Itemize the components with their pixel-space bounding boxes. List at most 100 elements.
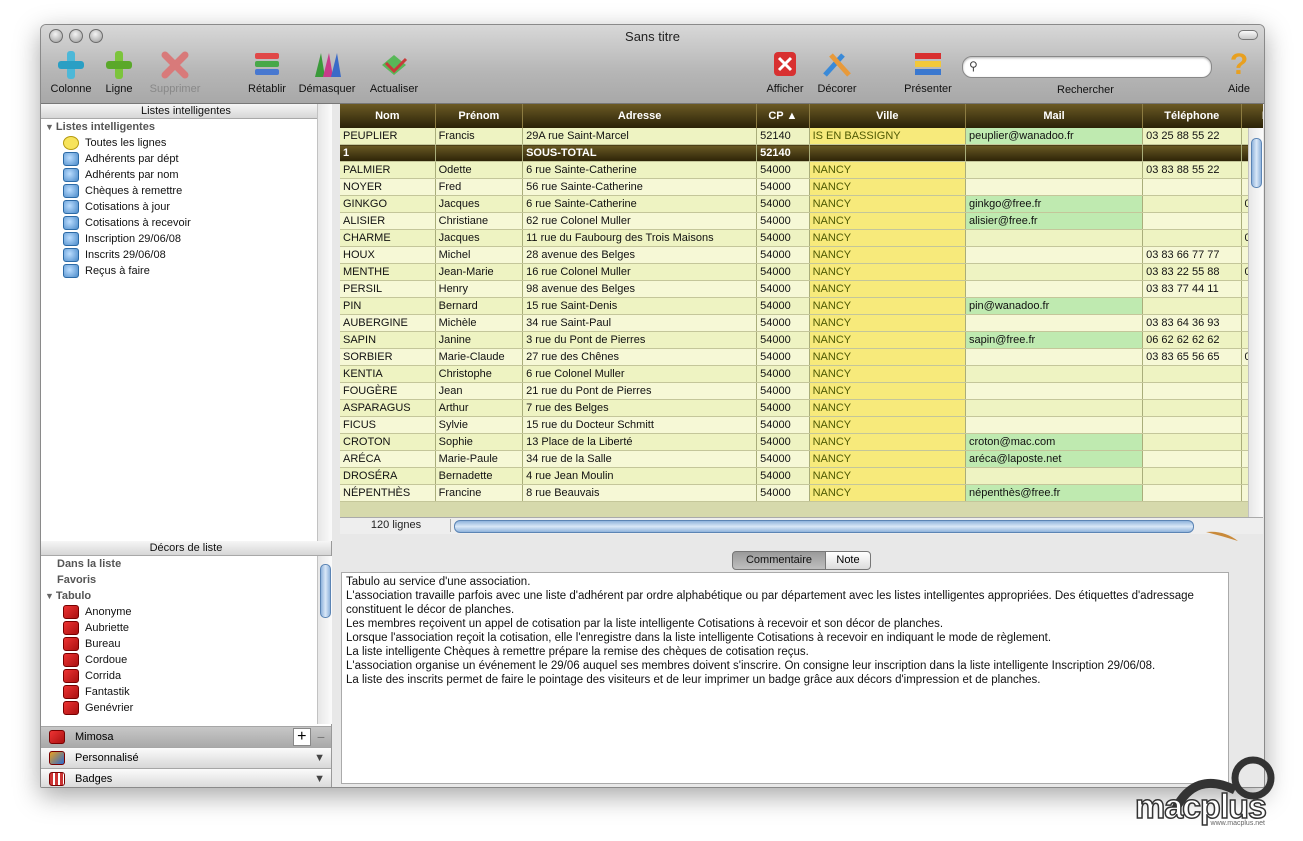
table-cell[interactable] (1142, 433, 1242, 451)
table-row[interactable]: PERSIL Henry 98 avenue des Belges 54000 NANC… (340, 280, 1263, 298)
table-cell[interactable] (965, 161, 1144, 179)
table-cell[interactable]: KENTIA (340, 365, 436, 383)
table-cell[interactable]: Michel (435, 246, 524, 264)
table-cell[interactable]: GINKGO (340, 195, 436, 213)
table-cell[interactable] (1142, 365, 1242, 383)
table-cell[interactable]: aréca@laposte.net (965, 450, 1144, 468)
table-cell[interactable]: 03 83 88 55 22 (1142, 161, 1242, 179)
actualiser-button[interactable]: Actualiser (365, 49, 423, 95)
table-cell[interactable]: 03 83 66 77 77 (1142, 246, 1242, 264)
table-cell[interactable]: HOUX (340, 246, 436, 264)
table-cell[interactable]: ginkgo@free.fr (965, 195, 1144, 213)
smart-list-item[interactable]: Adhérents par dépt (41, 151, 331, 167)
table-cell[interactable]: FICUS (340, 416, 436, 434)
table-cell[interactable] (1142, 178, 1242, 196)
table-cell[interactable]: 54000 (756, 161, 810, 179)
table-cell[interactable]: NÉPENTHÈS (340, 484, 436, 502)
table-cell[interactable]: pin@wanadoo.fr (965, 297, 1144, 315)
table-cell[interactable]: Bernadette (435, 467, 524, 485)
search-input[interactable]: ⚲ (962, 56, 1212, 78)
table-row[interactable]: GINKGO Jacques 6 rue Sainte-Catherine 54000… (340, 195, 1263, 213)
add-decor-button[interactable]: + (292, 728, 311, 746)
table-cell[interactable]: Sylvie (435, 416, 524, 434)
table-cell[interactable]: Michèle (435, 314, 524, 332)
decors-section-favoris[interactable]: Favoris (41, 572, 331, 588)
table-row[interactable]: FOUGÈRE Jean 21 rue du Pont de Pierres 5400… (340, 382, 1263, 400)
table-cell[interactable]: PIN (340, 297, 436, 315)
table-cell[interactable]: PEUPLIER (340, 128, 436, 145)
feather-icon[interactable] (1204, 528, 1240, 542)
horizontal-scroll-thumb[interactable] (454, 520, 1194, 533)
table-row[interactable]: PEUPLIER Francis 29A rue Saint-Marcel 52140… (340, 128, 1263, 145)
table-cell[interactable]: 15 rue Saint-Denis (522, 297, 758, 315)
table-cell[interactable]: 6 rue Sainte-Catherine (522, 161, 758, 179)
table-cell[interactable]: 54000 (756, 314, 810, 332)
colonne-button[interactable]: Colonne (47, 49, 95, 95)
table-cell[interactable]: NANCY (809, 178, 966, 196)
table-row[interactable]: FICUS Sylvie 15 rue du Docteur Schmitt 5400… (340, 416, 1263, 434)
table-cell[interactable] (965, 178, 1144, 196)
decor-item[interactable]: Fantastik (41, 684, 331, 700)
decor-item[interactable]: Corrida (41, 668, 331, 684)
table-cell[interactable]: Jean-Marie (435, 263, 524, 281)
table-cell[interactable]: 11 rue du Faubourg des Trois Maisons (522, 229, 758, 247)
table-cell[interactable]: NANCY (809, 246, 966, 264)
table-cell[interactable]: NANCY (809, 348, 966, 366)
table-cell[interactable]: Fred (435, 178, 524, 196)
table-cell[interactable]: NANCY (809, 331, 966, 349)
table-cell[interactable]: NANCY (809, 297, 966, 315)
table-cell[interactable]: 03 83 22 55 88 (1142, 263, 1242, 281)
table-cell[interactable]: népenthès@free.fr (965, 484, 1144, 502)
presenter-button[interactable]: Présenter (897, 49, 959, 95)
table-cell[interactable]: 54000 (756, 212, 810, 230)
table-cell[interactable]: 03 83 65 56 65 (1142, 348, 1242, 366)
retablir-button[interactable]: Rétablir (243, 49, 291, 95)
column-header[interactable]: Fax/Mobile (1241, 104, 1263, 128)
table-cell[interactable]: 54000 (756, 484, 810, 502)
table-cell[interactable] (965, 314, 1144, 332)
table-cell[interactable]: NANCY (809, 399, 966, 417)
table-cell[interactable]: 54000 (756, 365, 810, 383)
table-cell[interactable]: 6 rue Colonel Muller (522, 365, 758, 383)
table-cell[interactable]: 54000 (756, 195, 810, 213)
ligne-button[interactable]: Ligne (99, 49, 139, 95)
table-row[interactable]: MENTHE Jean-Marie 16 rue Colonel Muller 540… (340, 263, 1263, 281)
table-cell[interactable]: Jacques (435, 229, 524, 247)
table-cell[interactable]: Christophe (435, 365, 524, 383)
table-cell[interactable]: 1 (340, 144, 436, 162)
table-cell[interactable]: Jean (435, 382, 524, 400)
table-cell[interactable] (1142, 297, 1242, 315)
table-cell[interactable]: NANCY (809, 229, 966, 247)
smart-list-item[interactable]: Inscrits 29/06/08 (41, 247, 331, 263)
table-cell[interactable]: 54000 (756, 280, 810, 298)
table-cell[interactable]: 28 avenue des Belges (522, 246, 758, 264)
table-row[interactable]: AUBERGINE Michèle 34 rue Saint-Paul 54000 NA… (340, 314, 1263, 332)
table-cell[interactable] (1142, 484, 1242, 502)
table-cell[interactable]: 34 rue Saint-Paul (522, 314, 758, 332)
table-cell[interactable]: NANCY (809, 195, 966, 213)
table-cell[interactable]: 54000 (756, 246, 810, 264)
table-cell[interactable]: alisier@free.fr (965, 212, 1144, 230)
table-cell[interactable]: 54000 (756, 433, 810, 451)
table-row[interactable]: KENTIA Christophe 6 rue Colonel Muller 5400… (340, 365, 1263, 383)
table-row[interactable]: PALMIER Odette 6 rue Sainte-Catherine 54000… (340, 161, 1263, 179)
table-cell[interactable]: 3 rue du Pont de Pierres (522, 331, 758, 349)
table-row[interactable]: ALISIER Christiane 62 rue Colonel Muller 54… (340, 212, 1263, 230)
table-cell[interactable]: 54000 (756, 416, 810, 434)
table-cell[interactable] (1142, 229, 1242, 247)
table-cell[interactable]: CHARME (340, 229, 436, 247)
table-cell[interactable]: 52140 (756, 128, 810, 145)
tab-commentaire[interactable]: Commentaire (732, 551, 826, 570)
table-cell[interactable] (1142, 467, 1242, 485)
table-cell[interactable]: SORBIER (340, 348, 436, 366)
table-row[interactable]: ARÉCA Marie-Paule 34 rue de la Salle 54000 N… (340, 450, 1263, 468)
table-cell[interactable] (965, 246, 1144, 264)
table-cell[interactable]: AUBERGINE (340, 314, 436, 332)
table-row[interactable]: NOYER Fred 56 rue Sainte-Catherine 54000 NAN… (340, 178, 1263, 196)
table-cell[interactable] (965, 382, 1144, 400)
table-cell[interactable]: ARÉCA (340, 450, 436, 468)
table-cell[interactable]: NANCY (809, 450, 966, 468)
toolbar-toggle-button[interactable] (1238, 30, 1258, 40)
table-cell[interactable] (1142, 416, 1242, 434)
table-cell[interactable] (809, 144, 966, 162)
